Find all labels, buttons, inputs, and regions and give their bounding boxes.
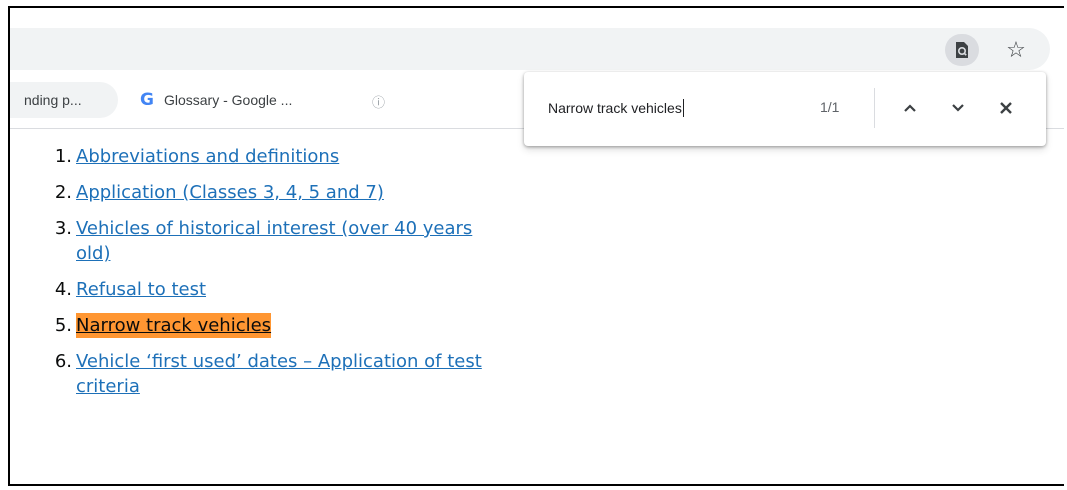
contents-list: 1. Abbreviations and definitions 2. Appl… [34, 144, 534, 410]
google-lens-button[interactable] [945, 34, 979, 66]
list-item: 3. Vehicles of historical interest (over… [34, 216, 534, 266]
previous-match-button[interactable] [894, 92, 926, 124]
item-number: 1. [54, 146, 72, 167]
contents-link[interactable]: Vehicles of historical interest (over 40… [76, 218, 472, 264]
contents-link[interactable]: Refusal to test [76, 277, 206, 302]
contents-link[interactable]: Abbreviations and definitions [76, 144, 339, 169]
bookmark-star-button[interactable]: ☆ [1002, 36, 1030, 64]
info-icon[interactable]: ⓘ [372, 92, 390, 111]
contents-link[interactable]: Vehicle ‘first used’ dates – Application… [76, 351, 482, 397]
item-number: 2. [54, 182, 72, 203]
divider [874, 88, 875, 128]
bookmark-item[interactable]: nding p... [10, 82, 118, 118]
item-number: 3. [54, 218, 72, 239]
close-find-button[interactable] [990, 92, 1022, 124]
list-item: 1. Abbreviations and definitions [34, 144, 534, 169]
list-item: 5. Narrow track vehicles [34, 313, 534, 338]
star-bookmark-icon: ☆ [1006, 37, 1026, 63]
chevron-down-icon [952, 104, 964, 112]
address-bar[interactable] [10, 28, 1050, 70]
chevron-up-icon [904, 104, 916, 112]
find-query: Narrow track vehicles [548, 100, 682, 116]
browser-window: ☆ nding p... G Glossary - Google ... ⓘ N… [8, 6, 1064, 486]
bookmark-item-glossary[interactable]: G Glossary - Google ... [140, 82, 292, 118]
list-item: 6. Vehicle ‘first used’ dates – Applicat… [34, 349, 534, 399]
list-item: 4. Refusal to test [34, 277, 534, 302]
contents-link-highlighted[interactable]: Narrow track vehicles [76, 313, 272, 338]
next-match-button[interactable] [942, 92, 974, 124]
item-number: 6. [54, 351, 72, 372]
match-count: 1/1 [820, 99, 840, 115]
google-lens-icon [956, 42, 968, 58]
contents-link[interactable]: Application (Classes 3, 4, 5 and 7) [76, 180, 384, 205]
find-in-page-bar: Narrow track vehicles 1/1 [524, 72, 1046, 146]
find-input[interactable]: Narrow track vehicles [548, 96, 808, 120]
text-caret [682, 99, 684, 117]
bookmark-label: nding p... [24, 92, 82, 108]
google-g-icon: G [140, 90, 154, 110]
item-number: 5. [54, 315, 72, 336]
item-number: 4. [54, 279, 72, 300]
close-icon [1000, 102, 1012, 114]
bookmark-label: Glossary - Google ... [163, 92, 293, 108]
list-item: 2. Application (Classes 3, 4, 5 and 7) [34, 180, 534, 205]
